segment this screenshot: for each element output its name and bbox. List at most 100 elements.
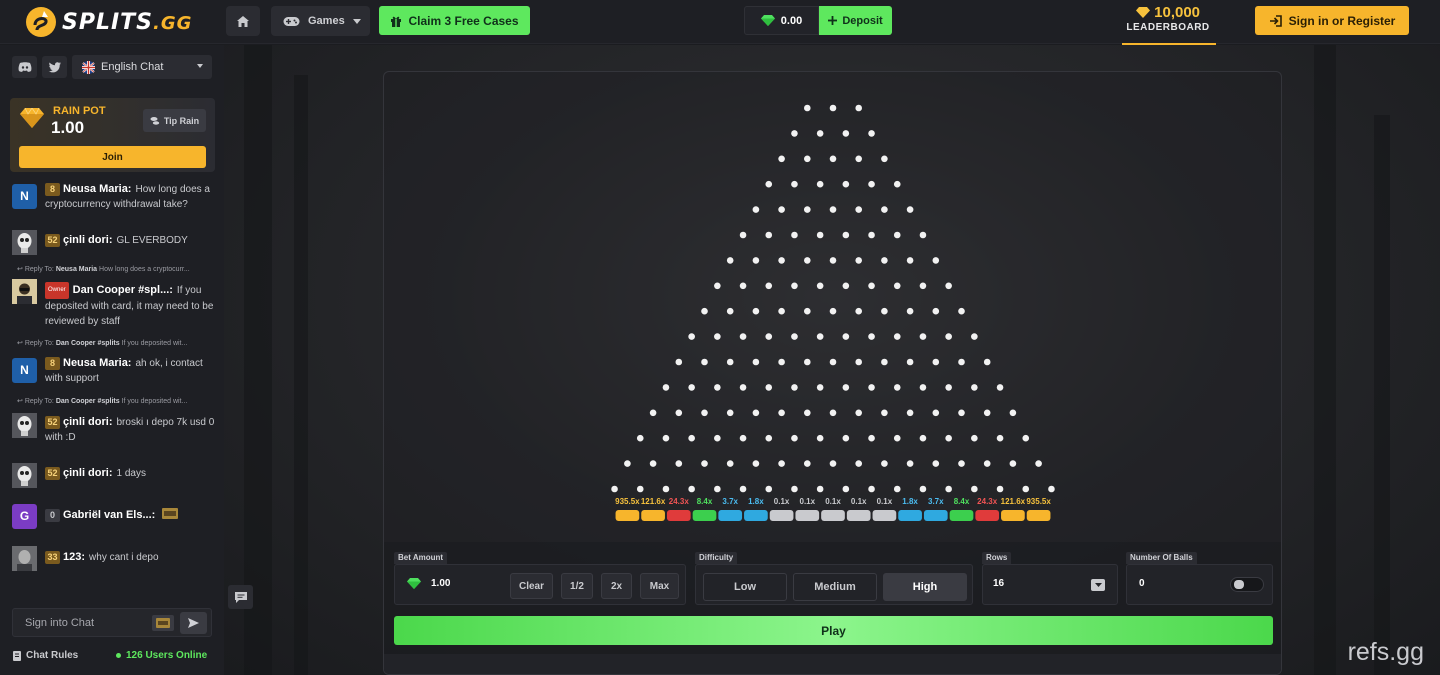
peg — [701, 358, 708, 366]
gem-icon — [1135, 7, 1150, 18]
rows-value: 16 — [993, 578, 1005, 589]
multiplier-bucket: 121.6x — [641, 497, 666, 521]
multiplier-label: 8.4x — [954, 497, 970, 506]
peg — [701, 307, 708, 315]
chat-username[interactable]: Gabriël van Els...: — [63, 509, 155, 521]
level-badge: 52 — [45, 467, 60, 480]
peg — [791, 282, 798, 290]
peg — [919, 384, 927, 391]
emote-picker-button[interactable] — [152, 615, 174, 631]
home-button[interactable] — [226, 6, 260, 36]
multiplier-label: 0.1x — [800, 497, 816, 506]
peg — [804, 409, 811, 417]
chat-language-select[interactable]: English Chat — [72, 55, 212, 79]
site-logo[interactable]: SPLITS.GG — [24, 4, 192, 40]
chat-username[interactable]: Neusa Maria: — [63, 357, 131, 369]
discord-button[interactable] — [12, 56, 37, 78]
chat-username[interactable]: çinli dori: — [63, 467, 113, 479]
peg — [804, 358, 811, 366]
peg — [726, 358, 734, 366]
plinko-panel: 935.5x 121.6x 24.3x 8.4x 3.7x 1.8x 0.1x 0.1x 0.1… — [383, 71, 1282, 675]
balls-input[interactable]: 0 — [1139, 578, 1145, 589]
plus-icon — [828, 16, 838, 25]
leaderboard-amount: 10,000 — [1154, 4, 1201, 21]
send-message-button[interactable] — [180, 612, 207, 634]
multiplier-slot — [795, 510, 820, 521]
avatar — [12, 413, 37, 438]
peg — [983, 358, 991, 366]
leaderboard-link[interactable]: 10,000 LEADERBOARD — [1118, 4, 1218, 45]
play-button[interactable]: Play — [394, 616, 1273, 645]
chat-username[interactable]: Neusa Maria: — [63, 183, 131, 195]
skull-avatar-icon — [12, 230, 37, 255]
logo-suffix: .GG — [153, 12, 193, 34]
peg — [1009, 409, 1017, 417]
peg — [726, 257, 734, 264]
peg — [739, 231, 747, 239]
multiplier-bucket: 0.1x — [821, 497, 845, 521]
peg — [868, 180, 875, 188]
balls-field: 0 — [1126, 564, 1273, 605]
chat-username[interactable]: Dan Cooper #spl...: — [73, 284, 173, 296]
discord-icon — [18, 62, 31, 72]
chat-username[interactable]: çinli dori: — [63, 234, 113, 246]
peg — [1035, 460, 1042, 467]
peg — [765, 231, 773, 239]
multiplier-slot — [898, 510, 922, 521]
difficulty-medium-button[interactable]: Medium — [793, 573, 877, 601]
multiplier-slot — [949, 510, 974, 521]
multiplier-slot — [769, 510, 794, 521]
peg — [855, 206, 862, 213]
difficulty-high-button[interactable]: High — [883, 573, 967, 601]
rain-pot-card: RAIN POT 1.00 Tip Rain Join — [10, 98, 215, 172]
chat-rules-link[interactable]: Chat Rules — [12, 650, 78, 661]
peg — [791, 434, 798, 442]
half-bet-button[interactable]: 1/2 — [561, 573, 593, 599]
peg — [868, 485, 875, 493]
chat-username[interactable]: çinli dori: — [63, 416, 113, 428]
peg — [971, 384, 978, 391]
peg — [906, 257, 914, 264]
multiplier-label: 8.4x — [697, 497, 713, 506]
peg — [675, 409, 683, 417]
peg — [752, 409, 760, 417]
bet-amount-input[interactable]: 1.00 — [431, 578, 450, 589]
rows-select[interactable]: 16 — [982, 564, 1118, 605]
multiplier-slot — [975, 510, 1000, 521]
auto-balls-toggle[interactable] — [1230, 577, 1264, 592]
chat-message: 52 çinli dori: broski ı depo 7k usd 0 with… — [12, 413, 216, 445]
logo-icon — [26, 7, 56, 37]
toggle-chat-button[interactable] — [228, 585, 253, 609]
deposit-button[interactable]: Deposit — [819, 6, 892, 35]
games-dropdown[interactable]: Games — [271, 6, 370, 36]
claim-free-cases-button[interactable]: Claim 3 Free Cases — [379, 6, 530, 35]
deposit-label: Deposit — [842, 14, 883, 27]
user-avatar-icon — [12, 279, 37, 304]
peg — [919, 231, 927, 239]
join-rain-button[interactable]: Join — [19, 146, 206, 168]
chat-message: N 8 Neusa Maria: How long does a cryptocur… — [12, 182, 216, 212]
peg — [662, 434, 670, 442]
peg — [829, 307, 837, 315]
peg — [829, 104, 837, 112]
double-bet-button[interactable]: 2x — [601, 573, 632, 599]
difficulty-low-button[interactable]: Low — [703, 573, 787, 601]
peg — [893, 434, 901, 442]
twitter-button[interactable] — [42, 56, 67, 78]
tip-rain-button[interactable]: Tip Rain — [143, 109, 206, 132]
level-badge: 8 — [45, 183, 60, 196]
multiplier-bucket: 8.4x — [949, 497, 974, 521]
max-bet-button[interactable]: Max — [640, 573, 679, 599]
multiplier-bucket: 0.1x — [872, 497, 897, 521]
multiplier-bucket: 24.3x — [666, 497, 691, 521]
clear-bet-button[interactable]: Clear — [510, 573, 553, 599]
gift-icon — [391, 16, 402, 27]
games-label: Games — [308, 15, 345, 27]
multiplier-bucket: 0.1x — [846, 497, 871, 521]
sign-in-button[interactable]: Sign in or Register — [1255, 6, 1409, 35]
peg — [842, 130, 850, 137]
peg — [881, 206, 888, 213]
chat-username[interactable]: 123: — [63, 551, 85, 563]
multiplier-label: 0.1x — [825, 497, 841, 506]
claim-label: Claim 3 Free Cases — [408, 13, 519, 28]
